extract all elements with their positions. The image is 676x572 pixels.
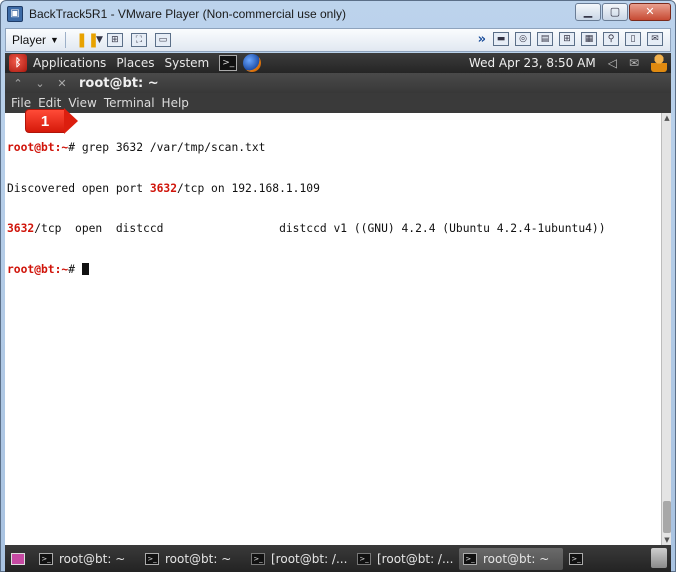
terminal-menubar: File Edit View Terminal Help — [5, 93, 671, 113]
player-menu[interactable]: Player ▼ — [12, 33, 59, 47]
maximize-button[interactable]: ▢ — [602, 3, 628, 21]
menu-help[interactable]: Help — [162, 96, 189, 110]
terminal-output[interactable]: root@bt:~# grep 3632 /var/tmp/scan.txt D… — [5, 113, 661, 545]
terminal-icon[interactable]: >_ — [569, 552, 583, 565]
volume-icon[interactable]: ◁ — [608, 56, 617, 70]
prompt: root@bt:~ — [7, 141, 69, 154]
step-callout: 1 — [25, 108, 78, 134]
guest-screen: ᛒ Applications Places System >_ Wed Apr … — [5, 53, 671, 572]
command-text: # — [68, 262, 82, 276]
usb-icon[interactable]: ⚲ — [603, 32, 619, 46]
printer-icon[interactable]: ▦ — [581, 32, 597, 46]
fullscreen-icon[interactable]: ⛶ — [130, 33, 147, 47]
task-label: root@bt: ~ — [483, 551, 550, 566]
arrow-right-icon — [64, 108, 78, 134]
mail-icon[interactable]: ✉ — [629, 56, 639, 70]
toolbar-divider — [64, 32, 66, 48]
chevron-down-icon: ▼ — [50, 35, 59, 45]
task-button[interactable]: >_ [root@bt: /... — [353, 548, 457, 570]
floppy-icon[interactable]: ▤ — [537, 32, 553, 46]
terminal-line: 3632/tcp open distccd distccd v1 ((GNU) … — [7, 222, 661, 236]
task-button[interactable]: >_ root@bt: ~ — [141, 548, 245, 570]
scroll-down-icon[interactable]: ▼ — [662, 535, 672, 545]
task-button[interactable]: >_ root@bt: ~ — [35, 548, 139, 570]
vmware-window: ▣ BackTrack5R1 - VMware Player (Non-comm… — [0, 0, 676, 572]
task-button-active[interactable]: >_ root@bt: ~ — [459, 547, 563, 570]
network-icon[interactable]: ⊞ — [106, 33, 123, 47]
text-cursor — [81, 262, 89, 275]
scrollbar-thumb[interactable] — [663, 501, 671, 533]
terminal-titlebar[interactable]: ⌃ ⌄ ✕ root@bt: ~ — [5, 73, 671, 93]
harddisk-icon[interactable]: ▬ — [493, 32, 509, 46]
sound-icon[interactable]: ▯ — [625, 32, 641, 46]
minimize-button[interactable]: ▁ — [575, 3, 601, 21]
applications-menu[interactable]: Applications — [33, 56, 106, 70]
close-icon[interactable]: ✕ — [53, 77, 71, 90]
terminal-icon: >_ — [251, 552, 265, 565]
terminal-icon: >_ — [39, 552, 53, 565]
show-desktop-icon[interactable] — [11, 552, 25, 565]
terminal-icon: >_ — [145, 552, 159, 565]
network-adapter-icon[interactable]: ⊞ — [559, 32, 575, 46]
callout-label: 1 — [25, 109, 65, 133]
chevron-down-icon[interactable]: ⌄ — [31, 77, 49, 90]
menu-terminal[interactable]: Terminal — [104, 96, 155, 110]
terminal-icon: >_ — [463, 552, 477, 565]
chevron-up-icon[interactable]: ⌃ — [9, 77, 27, 90]
vmware-icon[interactable]: ▣ — [7, 6, 23, 22]
port-highlight: 3632 — [149, 181, 178, 195]
terminal-launcher-icon[interactable]: >_ — [219, 55, 238, 71]
output-text: /tcp on 192.168.1.109 — [177, 181, 320, 195]
vmware-titlebar[interactable]: ▣ BackTrack5R1 - VMware Player (Non-comm… — [1, 1, 675, 27]
task-label: root@bt: ~ — [59, 551, 126, 566]
double-chevron-icon[interactable]: » — [478, 32, 486, 48]
output-text: Discovered open port — [7, 181, 150, 195]
window-title: BackTrack5R1 - VMware Player (Non-commer… — [29, 7, 346, 21]
terminal-title: root@bt: ~ — [79, 75, 159, 91]
chevron-down-icon[interactable]: ▼ — [96, 35, 103, 45]
gnome-top-panel: ᛒ Applications Places System >_ Wed Apr … — [5, 53, 671, 73]
bottom-taskbar: >_ root@bt: ~ >_ root@bt: ~ >_ [root@bt:… — [5, 545, 671, 572]
system-menu[interactable]: System — [164, 56, 209, 70]
terminal-scrollbar[interactable]: ▲ ▼ — [661, 113, 671, 545]
pause-icon[interactable]: ❚❚ — [76, 33, 99, 47]
task-label: [root@bt: /... — [271, 551, 348, 566]
terminal-line: Discovered open port 3632/tcp on 192.168… — [7, 182, 661, 196]
terminal-line: root@bt:~# grep 3632 /var/tmp/scan.txt — [7, 141, 661, 155]
vmware-toolbar: Player ▼ ❚❚ ▼ ⊞ ⛶ ▭ » ▬ ◎ ▤ ⊞ ▦ ⚲ ▯ ✉ — [5, 28, 671, 52]
window-controls: ▁ ▢ ✕ — [575, 3, 671, 21]
task-button[interactable]: >_ [root@bt: /... — [247, 548, 351, 570]
panel-tray: Wed Apr 23, 8:50 AM ◁ ✉ — [469, 53, 667, 73]
cdrom-icon[interactable]: ◎ — [515, 32, 531, 46]
player-label: Player — [12, 33, 47, 47]
unity-icon[interactable]: ▭ — [154, 33, 171, 47]
output-text: /tcp open distccd distccd v1 ((GNU) 4.2.… — [34, 222, 606, 235]
task-label: root@bt: ~ — [165, 551, 232, 566]
user-icon[interactable] — [651, 54, 667, 72]
device-icons: » ▬ ◎ ▤ ⊞ ▦ ⚲ ▯ ✉ — [478, 32, 666, 48]
clock[interactable]: Wed Apr 23, 8:50 AM — [469, 56, 596, 70]
terminal-icon: >_ — [357, 552, 371, 565]
backtrack-logo-icon[interactable]: ᛒ — [9, 54, 27, 72]
task-label: [root@bt: /... — [377, 551, 454, 566]
prompt: root@bt:~ — [7, 262, 69, 276]
terminal-line: root@bt:~# — [7, 262, 661, 277]
trash-icon[interactable] — [651, 548, 667, 568]
message-icon[interactable]: ✉ — [647, 32, 663, 46]
command-text: # grep 3632 /var/tmp/scan.txt — [68, 141, 266, 154]
firefox-icon[interactable] — [243, 54, 262, 72]
close-button[interactable]: ✕ — [629, 3, 671, 21]
places-menu[interactable]: Places — [116, 56, 154, 70]
port-highlight: 3632 — [7, 222, 35, 235]
scroll-up-icon[interactable]: ▲ — [662, 113, 672, 123]
